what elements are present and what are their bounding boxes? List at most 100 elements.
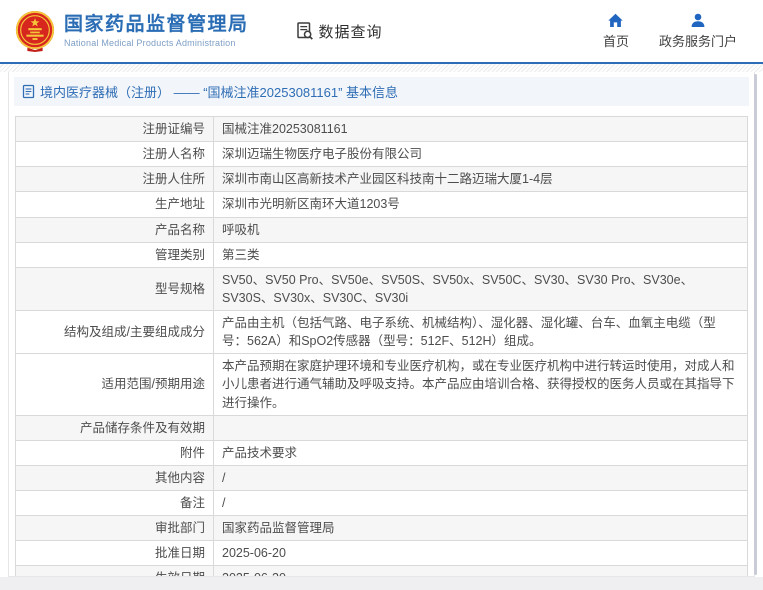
row-value: 第三类 bbox=[214, 242, 748, 267]
table-row: 产品储存条件及有效期 bbox=[16, 415, 748, 440]
row-value-text: 第三类 bbox=[222, 248, 260, 262]
table-row: 管理类别 第三类 bbox=[16, 242, 748, 267]
site-subtitle: National Medical Products Administration bbox=[64, 38, 249, 48]
row-label-text: 备注 bbox=[180, 496, 205, 510]
row-label: 结构及组成/主要组成成分 bbox=[16, 311, 214, 354]
row-label: 批准日期 bbox=[16, 541, 214, 566]
row-label-text: 注册人住所 bbox=[142, 172, 205, 186]
table-row: 注册人住所 深圳市南山区高新技术产业园区科技南十二路迈瑞大厦1-4层 bbox=[16, 167, 748, 192]
breadcrumb: 境内医疗器械（注册） —— “国械注准20253081161” 基本信息 bbox=[14, 77, 749, 106]
row-value-text: 产品由主机（包括气路、电子系统、机械结构）、湿化器、湿化罐、台车、血氧主电缆（型… bbox=[222, 316, 716, 348]
data-query-label: 数据查询 bbox=[319, 21, 383, 42]
row-label-text: 管理类别 bbox=[155, 248, 205, 262]
table-row: 批准日期 2025-06-20 bbox=[16, 541, 748, 566]
table-row: 备注 / bbox=[16, 491, 748, 516]
row-label-text: 其他内容 bbox=[155, 471, 205, 485]
row-value-text: SV50、SV50 Pro、SV50e、SV50S、SV50x、SV50C、SV… bbox=[222, 273, 693, 305]
table-row: 其他内容 / bbox=[16, 465, 748, 490]
table-row: 审批部门 国家药品监督管理局 bbox=[16, 516, 748, 541]
user-icon bbox=[690, 13, 706, 28]
row-label-text: 注册人名称 bbox=[142, 147, 205, 161]
site-title: 国家药品监督管理局 bbox=[64, 14, 249, 36]
content-panel: 境内医疗器械（注册） —— “国械注准20253081161” 基本信息 注册证… bbox=[8, 72, 755, 577]
table-row: 产品名称呼吸机 bbox=[16, 217, 748, 242]
table-row: 附件 产品技术要求 bbox=[16, 440, 748, 465]
nav-item-gov-portal[interactable]: 政务服务门户 bbox=[659, 13, 737, 50]
row-label: 备注 bbox=[16, 491, 214, 516]
row-label-text: 批准日期 bbox=[155, 546, 205, 560]
row-value: 产品由主机（包括气路、电子系统、机械结构）、湿化器、湿化罐、台车、血氧主电缆（型… bbox=[214, 311, 748, 354]
row-value-text: 国家药品监督管理局 bbox=[222, 521, 335, 535]
row-value: SV50、SV50 Pro、SV50e、SV50S、SV50x、SV50C、SV… bbox=[214, 267, 748, 310]
row-label: 产品储存条件及有效期 bbox=[16, 415, 214, 440]
row-label-text: 附件 bbox=[180, 446, 205, 460]
site-title-block: 国家药品监督管理局 National Medical Products Admi… bbox=[64, 14, 249, 49]
table-row: 生效日期2025-06-20 bbox=[16, 566, 748, 577]
row-value: 深圳市光明新区南环大道1203号 bbox=[214, 192, 748, 217]
row-label-text: 适用范围/预期用途 bbox=[102, 377, 205, 391]
row-label: 产品名称 bbox=[16, 217, 214, 242]
row-label: 注册人名称 bbox=[16, 142, 214, 167]
row-value-text: 产品技术要求 bbox=[222, 446, 297, 460]
row-label-text: 审批部门 bbox=[155, 521, 205, 535]
table-row: 结构及组成/主要组成成分 产品由主机（包括气路、电子系统、机械结构）、湿化器、湿化… bbox=[16, 311, 748, 354]
row-label: 附件 bbox=[16, 440, 214, 465]
row-label-text: 产品储存条件及有效期 bbox=[80, 421, 205, 435]
table-row: 注册证编号 国械注准20253081161 bbox=[16, 117, 748, 142]
row-value-text: / bbox=[222, 496, 225, 510]
row-value: 国械注准20253081161 bbox=[214, 117, 748, 142]
row-label-text: 型号规格 bbox=[155, 282, 205, 296]
table-row: 注册人名称 深圳迈瑞生物医疗电子股份有限公司 bbox=[16, 142, 748, 167]
national-emblem-logo bbox=[14, 10, 56, 52]
row-label-text: 注册证编号 bbox=[142, 122, 205, 136]
row-label: 适用范围/预期用途 bbox=[16, 354, 214, 415]
page-header: 国家药品监督管理局 National Medical Products Admi… bbox=[0, 0, 763, 62]
hatch-strip bbox=[0, 64, 763, 72]
document-icon bbox=[22, 84, 35, 99]
home-icon bbox=[607, 13, 624, 28]
nav-item-home[interactable]: 首页 bbox=[603, 13, 629, 50]
footer-strip bbox=[0, 577, 763, 590]
row-value-text: 深圳迈瑞生物医疗电子股份有限公司 bbox=[222, 147, 422, 161]
row-label: 生产地址 bbox=[16, 192, 214, 217]
row-value bbox=[214, 415, 748, 440]
row-value: 2025-06-20 bbox=[214, 566, 748, 577]
table-row: 生产地址 深圳市光明新区南环大道1203号 bbox=[16, 192, 748, 217]
row-value-text: 本产品预期在家庭护理环境和专业医疗机构，或在专业医疗机构中进行转运时使用，对成人… bbox=[222, 359, 735, 409]
row-value: 呼吸机 bbox=[214, 217, 748, 242]
table-row: 型号规格 SV50、SV50 Pro、SV50e、SV50S、SV50x、SV50… bbox=[16, 267, 748, 310]
row-value: 产品技术要求 bbox=[214, 440, 748, 465]
row-value: 国家药品监督管理局 bbox=[214, 516, 748, 541]
row-value: 深圳迈瑞生物医疗电子股份有限公司 bbox=[214, 142, 748, 167]
row-label: 生效日期 bbox=[16, 566, 214, 577]
row-label: 审批部门 bbox=[16, 516, 214, 541]
row-value-text: 2025-06-20 bbox=[222, 546, 286, 560]
row-value: 2025-06-20 bbox=[214, 541, 748, 566]
nav-home-label: 首页 bbox=[603, 31, 629, 50]
row-label-text: 产品名称 bbox=[155, 223, 205, 237]
header-nav: 首页 政务服务门户 bbox=[603, 13, 737, 50]
data-query-button[interactable]: 数据查询 bbox=[295, 21, 383, 42]
nav-gov-portal-label: 政务服务门户 bbox=[659, 31, 737, 50]
row-value-text: 深圳市南山区高新技术产业园区科技南十二路迈瑞大厦1-4层 bbox=[222, 172, 553, 186]
row-value: 本产品预期在家庭护理环境和专业医疗机构，或在专业医疗机构中进行转运时使用，对成人… bbox=[214, 354, 748, 415]
row-label-text: 结构及组成/主要组成成分 bbox=[64, 325, 205, 339]
row-value-text: 国械注准20253081161 bbox=[222, 122, 348, 136]
row-value-text: 深圳市光明新区南环大道1203号 bbox=[222, 197, 400, 211]
row-label: 注册人住所 bbox=[16, 167, 214, 192]
row-value: 深圳市南山区高新技术产业园区科技南十二路迈瑞大厦1-4层 bbox=[214, 167, 748, 192]
vertical-scrollbar[interactable] bbox=[754, 74, 757, 575]
data-query-icon bbox=[295, 21, 315, 41]
breadcrumb-text: 境内医疗器械（注册） —— “国械注准20253081161” 基本信息 bbox=[40, 82, 398, 101]
info-table-body: 注册证编号 国械注准20253081161 注册人名称 深圳迈瑞生物医疗电子股份有限公… bbox=[16, 117, 748, 578]
row-value-text: / bbox=[222, 471, 225, 485]
row-label: 型号规格 bbox=[16, 267, 214, 310]
registration-info-table: 注册证编号 国械注准20253081161 注册人名称 深圳迈瑞生物医疗电子股份有限公… bbox=[15, 116, 748, 577]
row-label: 管理类别 bbox=[16, 242, 214, 267]
table-row: 适用范围/预期用途 本产品预期在家庭护理环境和专业医疗机构，或在专业医疗机构中进行… bbox=[16, 354, 748, 415]
row-label: 其他内容 bbox=[16, 465, 214, 490]
row-label-text: 生产地址 bbox=[155, 197, 205, 211]
row-value: / bbox=[214, 491, 748, 516]
row-value: / bbox=[214, 465, 748, 490]
row-label: 注册证编号 bbox=[16, 117, 214, 142]
